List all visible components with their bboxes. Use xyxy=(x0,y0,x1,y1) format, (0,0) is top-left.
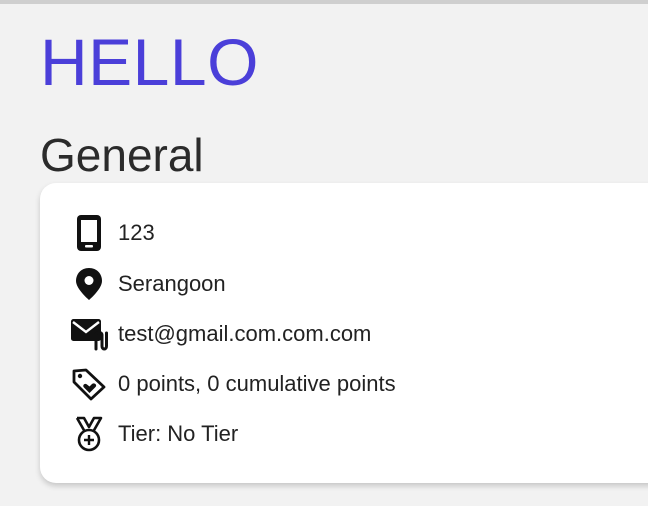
map-pin-icon xyxy=(70,265,108,303)
mail-attachment-icon xyxy=(70,315,108,353)
mobile-phone-icon xyxy=(70,214,108,252)
tier-value: Tier: No Tier xyxy=(118,421,239,446)
top-divider xyxy=(0,0,648,4)
greeting-title: HELLO xyxy=(40,25,259,99)
tag-heart-icon xyxy=(70,365,108,403)
tier-row: Tier: No Tier xyxy=(70,414,238,454)
medal-icon xyxy=(70,415,108,453)
points-value: 0 points, 0 cumulative points xyxy=(118,371,396,396)
location-row: Serangoon xyxy=(70,264,226,304)
phone-row: 123 xyxy=(70,213,155,253)
points-row: 0 points, 0 cumulative points xyxy=(70,364,396,404)
location-value: Serangoon xyxy=(118,271,226,296)
phone-value: 123 xyxy=(118,220,155,245)
email-row: test@gmail.com.com.com xyxy=(70,314,371,354)
email-value: test@gmail.com.com.com xyxy=(118,321,372,346)
profile-card: 123 Serangoon test@gmail.com.com.com 0 p… xyxy=(40,183,648,483)
section-title-general: General xyxy=(40,129,204,181)
